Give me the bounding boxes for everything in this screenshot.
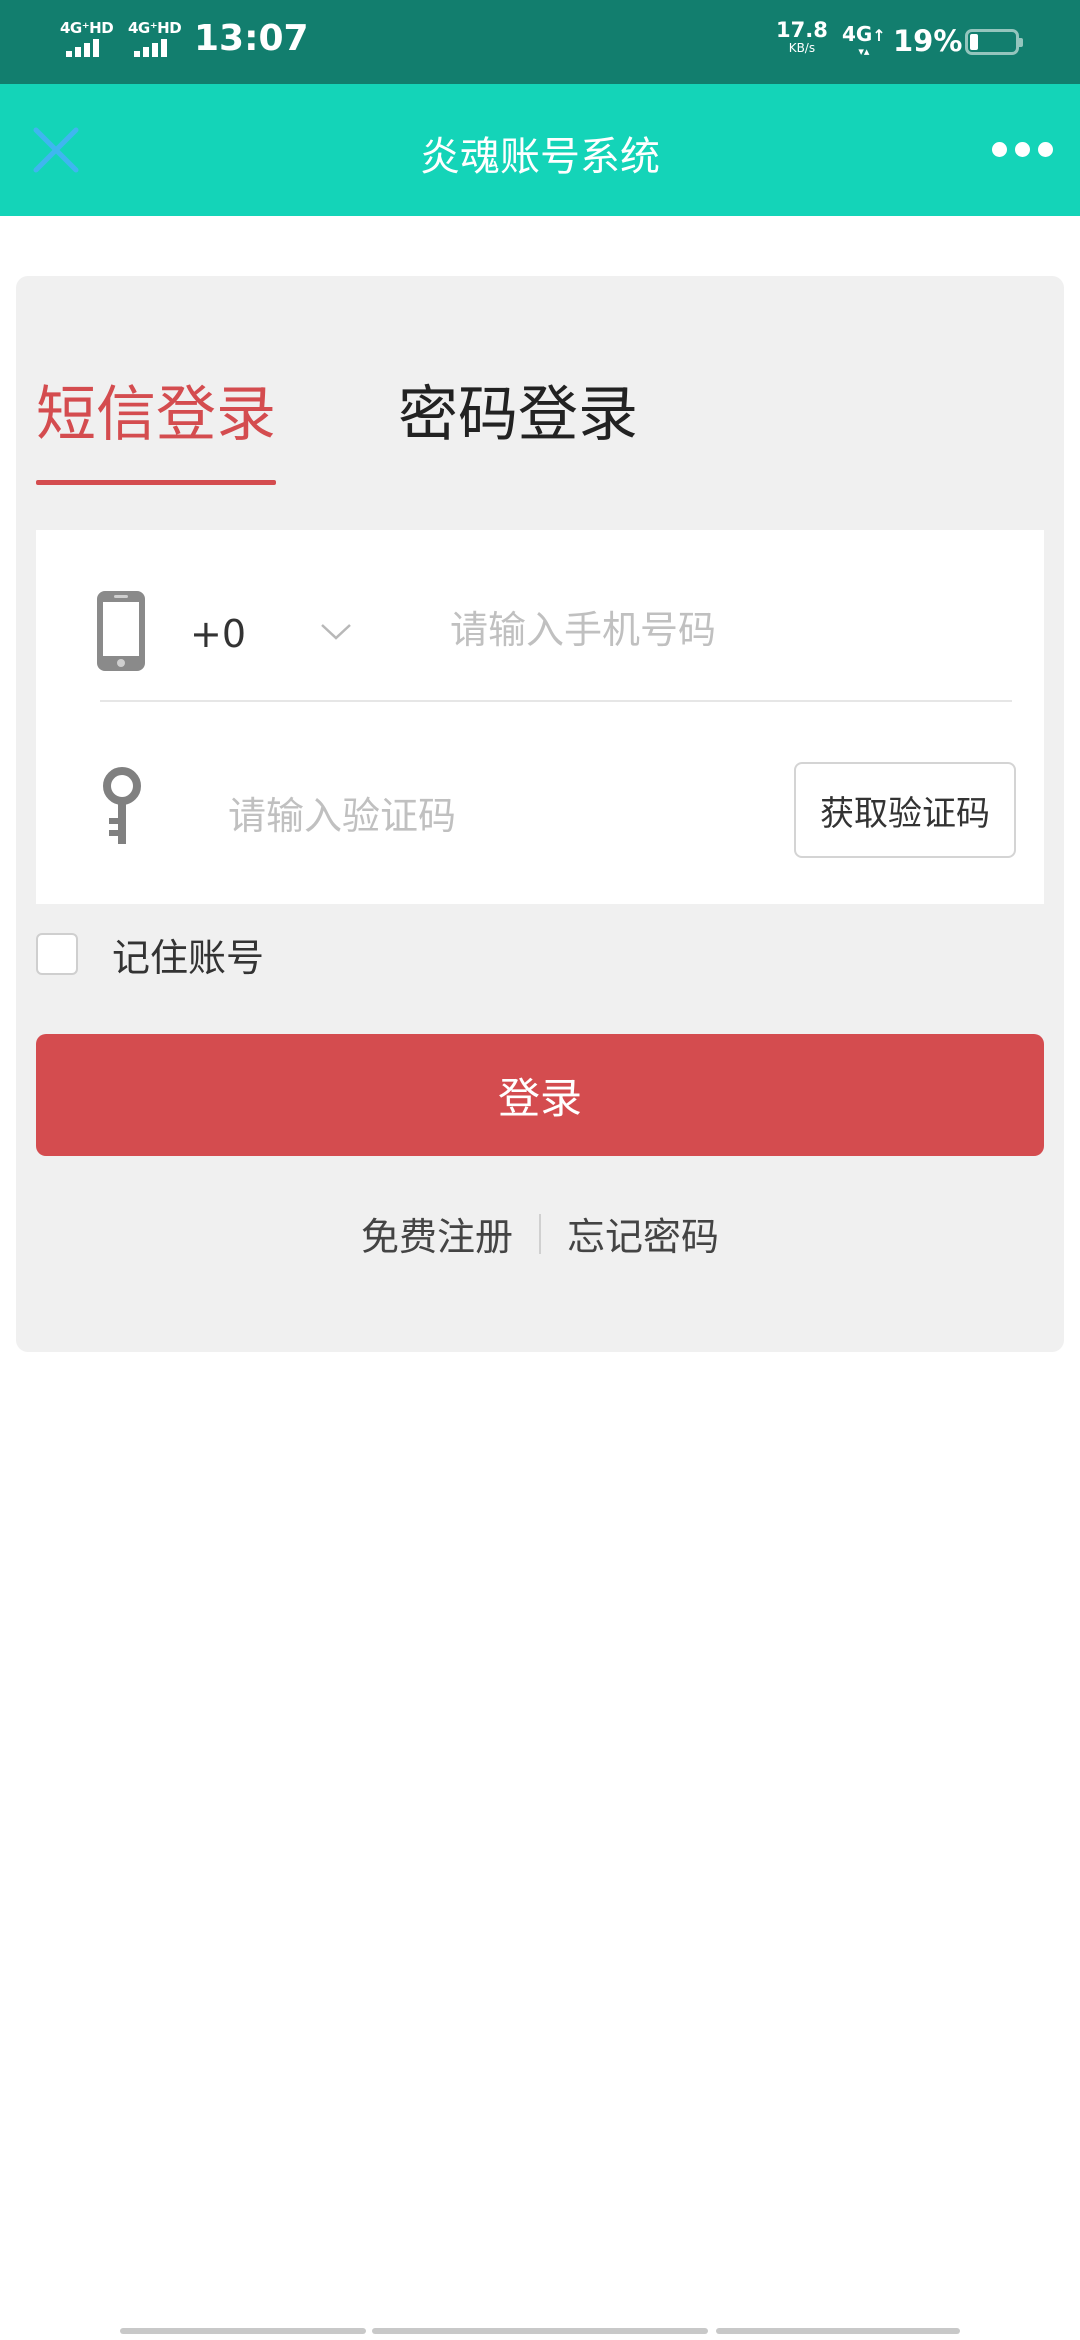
forgot-password-link[interactable]: 忘记密码 xyxy=(567,1206,719,1261)
network-speed-value: 17.8 xyxy=(776,18,828,42)
sim1-signal: 4G⁺HD xyxy=(60,19,114,57)
page-title: 炎魂账号系统 xyxy=(420,134,660,180)
phone-number-input[interactable] xyxy=(450,600,1010,660)
link-divider xyxy=(539,1213,541,1254)
verification-code-input[interactable] xyxy=(228,786,768,846)
tab-password-login[interactable]: 密码登录 xyxy=(398,380,638,450)
phone-icon xyxy=(97,591,145,671)
battery-level xyxy=(970,34,978,50)
status-time: 13:07 xyxy=(194,18,309,59)
more-button[interactable] xyxy=(992,134,1062,164)
sim2-label: 4G⁺HD xyxy=(128,19,182,37)
remember-label: 记住账号 xyxy=(112,935,265,980)
sim2-signal: 4G⁺HD xyxy=(128,19,182,57)
battery-icon xyxy=(965,29,1023,55)
title-bar: 炎魂账号系统 xyxy=(0,84,1080,216)
key-icon xyxy=(103,767,141,844)
gesture-segment xyxy=(120,2328,366,2334)
network-type-label: 4G xyxy=(842,22,873,46)
login-button[interactable]: 登录 xyxy=(36,1034,1044,1156)
active-tab-indicator xyxy=(36,480,276,485)
signal-bars-icon xyxy=(134,39,181,57)
field-divider xyxy=(100,700,1012,702)
status-bar: 4G⁺HD 4G⁺HD 13:07 17.8 KB/s 4G↑ ▾▴ 19% xyxy=(0,0,1080,84)
footer-links: 免费注册 忘记密码 xyxy=(16,1206,1064,1261)
more-dots-icon xyxy=(992,141,1007,157)
login-card: 短信登录 密码登录 +0 获取验证码 记住账号 登录 免费注册 忘记密 xyxy=(16,276,1064,1352)
country-code[interactable]: +0 xyxy=(190,612,246,656)
gesture-segment xyxy=(716,2328,960,2334)
login-form: +0 获取验证码 xyxy=(36,530,1044,904)
network-speed: 17.8 KB/s xyxy=(776,18,828,56)
sim1-label: 4G⁺HD xyxy=(60,19,114,37)
data-activity-icon: ▾▴ xyxy=(858,45,870,58)
network-type: 4G↑ ▾▴ xyxy=(842,22,886,58)
signal-bars-icon xyxy=(66,39,113,57)
chevron-down-icon[interactable] xyxy=(318,616,354,646)
register-link[interactable]: 免费注册 xyxy=(361,1206,513,1261)
remember-account[interactable]: 记住账号 xyxy=(36,932,264,980)
battery-percent: 19% xyxy=(893,24,963,58)
get-code-button[interactable]: 获取验证码 xyxy=(794,762,1016,858)
remember-checkbox[interactable] xyxy=(36,933,78,975)
tab-sms-login[interactable]: 短信登录 xyxy=(36,380,276,450)
gesture-segment xyxy=(372,2328,708,2334)
network-speed-unit: KB/s xyxy=(788,41,816,55)
